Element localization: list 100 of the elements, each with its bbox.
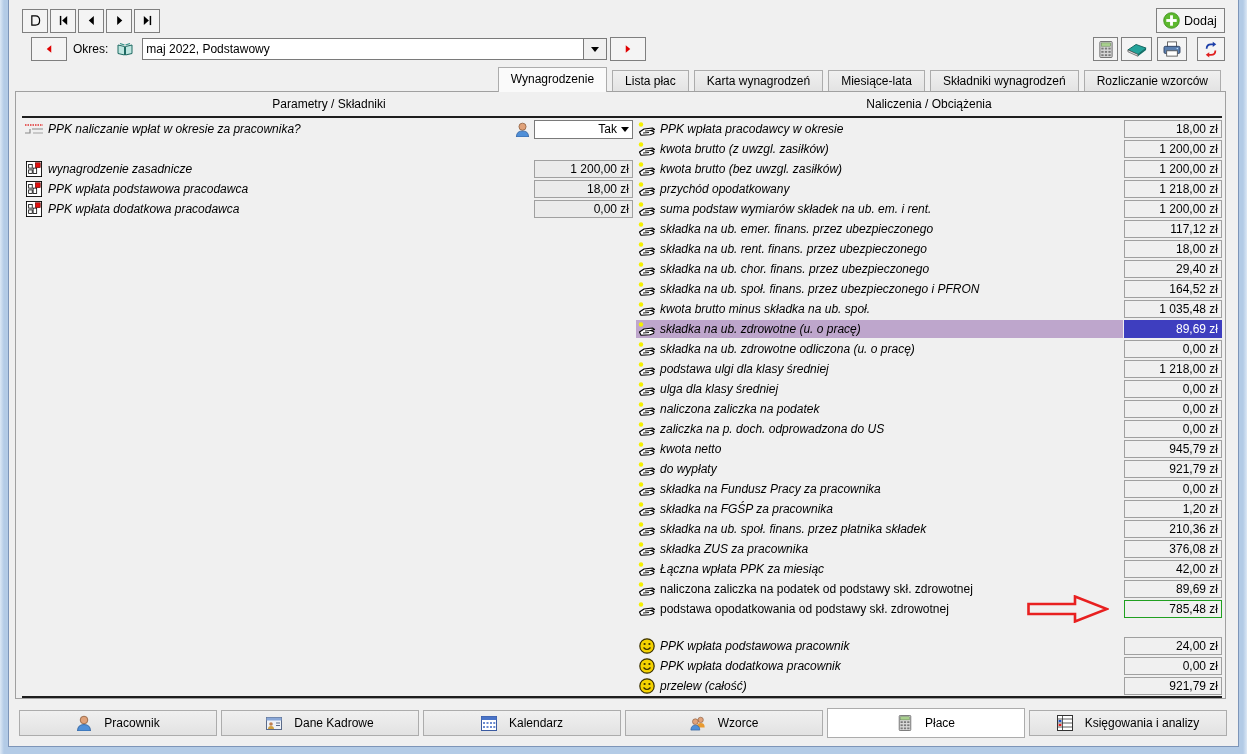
amount-field[interactable]: 1 200,00 zł bbox=[534, 160, 633, 178]
module-tab[interactable]: Kalendarz bbox=[423, 710, 621, 736]
column-header: Parametry / Składniki bbox=[22, 92, 636, 118]
value-field: 1 200,00 zł bbox=[1124, 200, 1222, 218]
first-icon bbox=[57, 15, 69, 26]
refresh-button[interactable] bbox=[1197, 37, 1225, 61]
tab[interactable]: Składniki wynagrodzeń bbox=[929, 70, 1079, 91]
next-period-button[interactable] bbox=[610, 37, 647, 61]
dropdown-button[interactable] bbox=[584, 38, 608, 60]
value-field: 0,00 zł bbox=[1124, 657, 1222, 675]
hand-icon bbox=[638, 321, 656, 337]
module-tab[interactable]: Dane Kadrowe bbox=[221, 710, 419, 736]
tab[interactable]: Lista płac bbox=[612, 70, 689, 91]
caret-icon bbox=[621, 126, 629, 132]
hand-icon bbox=[638, 361, 656, 377]
hand-icon bbox=[638, 241, 656, 257]
value-field: 164,52 zł bbox=[1124, 280, 1222, 298]
row-label: PPK naliczanie wpłat w okresie za pracownika? bbox=[48, 122, 302, 136]
tab[interactable]: Miesiące-lata bbox=[828, 70, 925, 91]
row-label: składka ZUS za pracownika bbox=[660, 542, 809, 556]
module-tab[interactable]: Księgowania i analizy bbox=[1029, 710, 1227, 736]
row-label: suma podstaw wymiarów składek na ub. em. i rent. bbox=[660, 202, 932, 216]
print-button[interactable] bbox=[1157, 37, 1187, 61]
row-label: PPK wpłata podstawowa pracodawca bbox=[48, 182, 250, 196]
module-tab[interactable]: Pracownik bbox=[19, 710, 217, 736]
amount-field[interactable]: 18,00 zł bbox=[534, 180, 633, 198]
calculator-icon bbox=[1098, 40, 1113, 58]
hand-icon bbox=[638, 541, 656, 557]
row-label: składka na ub. zdrowotne (u. o pracę) bbox=[660, 322, 861, 336]
previous-record-button[interactable] bbox=[78, 8, 104, 33]
row-label: przychód opodatkowany bbox=[660, 182, 790, 196]
tab[interactable]: Wynagrodzenie bbox=[497, 67, 608, 92]
calculator-icon bbox=[897, 715, 913, 731]
value-field: 1,20 zł bbox=[1124, 500, 1222, 518]
value-field: 210,36 zł bbox=[1124, 520, 1222, 538]
value-field: 785,48 zł bbox=[1124, 600, 1222, 618]
previous-period-button[interactable] bbox=[31, 37, 67, 61]
row-label: PPK wpłata podstawowa pracownik bbox=[660, 639, 850, 653]
book-button[interactable] bbox=[1121, 37, 1152, 61]
next-icon bbox=[625, 44, 632, 54]
person-icon bbox=[76, 715, 93, 731]
last-record-button[interactable] bbox=[134, 8, 160, 33]
hand-icon bbox=[638, 141, 656, 157]
row-label: do wypłaty bbox=[660, 462, 717, 476]
value-field: 24,00 zł bbox=[1124, 637, 1222, 655]
book-icon bbox=[1126, 41, 1147, 57]
choice-dropdown[interactable]: Tak bbox=[534, 119, 633, 139]
row-label: podstawa ulgi dla klasy średniej bbox=[660, 362, 829, 376]
grid-tile-icon bbox=[26, 201, 42, 217]
column-header: Naliczenia / Obciążenia bbox=[636, 92, 1222, 118]
hand-icon bbox=[638, 561, 656, 577]
row-label: przelew (całość) bbox=[660, 679, 747, 693]
value-field: 0,00 zł bbox=[1124, 400, 1222, 418]
previous-icon bbox=[46, 44, 52, 54]
value-field: 1 218,00 zł bbox=[1124, 360, 1222, 378]
amount-field[interactable]: 0,00 zł bbox=[534, 200, 633, 218]
book-icon bbox=[117, 42, 134, 56]
calculator-button[interactable] bbox=[1093, 37, 1118, 61]
grid-tile-icon bbox=[26, 161, 42, 177]
hand-icon bbox=[638, 381, 656, 397]
people-icon bbox=[689, 715, 706, 731]
row-label: Łączna wpłata PPK za miesiąc bbox=[660, 562, 825, 576]
value-field: 1 200,00 zł bbox=[1124, 160, 1222, 178]
row-label: wynagrodzenie zasadnicze bbox=[48, 162, 194, 176]
add-button[interactable]: Dodaj bbox=[1156, 8, 1225, 33]
smiley-icon bbox=[639, 658, 655, 674]
tab[interactable]: Rozliczanie wzorców bbox=[1083, 70, 1221, 91]
refresh-icon bbox=[1204, 40, 1218, 58]
hand-icon bbox=[638, 201, 656, 217]
id-card-icon bbox=[266, 715, 283, 731]
value-field: 29,40 zł bbox=[1124, 260, 1222, 278]
hand-icon bbox=[638, 421, 656, 437]
period-field[interactable]: maj 2022, Podstawowy bbox=[142, 38, 585, 60]
new-record-button[interactable] bbox=[22, 8, 48, 33]
tab[interactable]: Karta wynagrodzeń bbox=[693, 70, 824, 91]
first-record-button[interactable] bbox=[50, 8, 76, 33]
row-label: naliczona zaliczka na podatek od podstawy skł. zdrowotnej bbox=[660, 582, 973, 596]
row-label: kwota brutto (bez uwzgl. zasiłków) bbox=[660, 162, 843, 176]
next-record-button[interactable] bbox=[106, 8, 132, 33]
last-icon bbox=[141, 15, 153, 26]
value-field: 42,00 zł bbox=[1124, 560, 1222, 578]
hand-icon bbox=[638, 461, 656, 477]
module-tab[interactable]: Płace bbox=[827, 708, 1025, 738]
hand-icon bbox=[638, 301, 656, 317]
row-label: składka na ub. rent. finans. przez ubezpieczonego bbox=[660, 242, 927, 256]
d-shape-icon bbox=[29, 15, 41, 26]
row-label: kwota netto bbox=[660, 442, 722, 456]
hand-icon bbox=[638, 161, 656, 177]
value-field: 921,79 zł bbox=[1124, 677, 1222, 695]
hand-icon bbox=[638, 401, 656, 417]
row-label: składka na FGŚP za pracownika bbox=[660, 502, 833, 516]
module-tab[interactable]: Wzorce bbox=[625, 710, 823, 736]
row-label: PPK wpłata pracodawcy w okresie bbox=[660, 122, 844, 136]
row-label: zaliczka na p. doch. odprowadzona do US bbox=[660, 422, 885, 436]
hand-icon bbox=[638, 581, 656, 597]
row-label: składka na ub. chor. finans. przez ubezpieczonego bbox=[660, 262, 930, 276]
calendar-icon bbox=[480, 715, 497, 731]
hand-icon bbox=[638, 281, 656, 297]
plus-icon bbox=[1163, 12, 1180, 29]
grid-tile-icon bbox=[26, 181, 42, 197]
